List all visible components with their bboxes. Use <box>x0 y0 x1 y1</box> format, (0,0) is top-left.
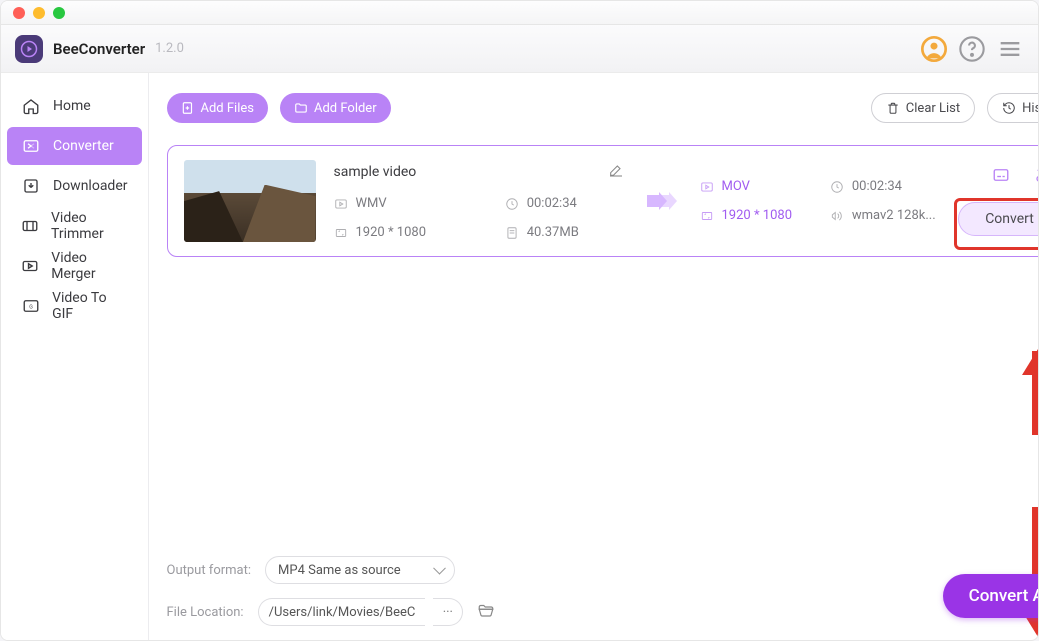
dst-format-link[interactable]: MOV <box>700 179 796 194</box>
annotation-arrow-up <box>1023 351 1039 461</box>
merger-icon <box>21 256 39 276</box>
output-format-select[interactable]: MP4 Same as source <box>265 556 455 584</box>
file-card: sample video WMV 00:02:34 1920 * 1080 40… <box>167 145 1039 257</box>
converter-icon <box>21 136 41 156</box>
convert-label: Convert <box>985 211 1034 227</box>
open-folder-icon[interactable] <box>477 601 495 623</box>
sidebar-item-trimmer[interactable]: Video Trimmer <box>7 207 142 245</box>
account-icon[interactable] <box>920 35 948 63</box>
window-minimize-icon[interactable] <box>33 7 45 19</box>
clear-list-button[interactable]: Clear List <box>871 93 975 123</box>
sidebar-item-label: Video To GIF <box>52 290 127 322</box>
convert-all-label: Convert All <box>969 586 1039 606</box>
output-format-label: Output format: <box>167 563 252 578</box>
gif-icon: G <box>21 296 40 316</box>
dst-resolution-link[interactable]: 1920 * 1080 <box>700 208 796 223</box>
add-files-button[interactable]: Add Files <box>167 93 268 123</box>
main-panel: Add Files Add Folder Clear List History <box>149 73 1039 640</box>
trimmer-icon <box>21 216 39 236</box>
sidebar-item-downloader[interactable]: Downloader <box>7 167 142 205</box>
sidebar-item-label: Video Trimmer <box>51 210 128 242</box>
dst-duration: 00:02:34 <box>852 179 902 194</box>
file-location-label: File Location: <box>167 605 244 620</box>
history-label: History <box>1022 101 1039 116</box>
add-files-label: Add Files <box>201 101 254 116</box>
file-location-input[interactable]: /Users/link/Movies/BeeC <box>258 598 426 626</box>
history-button[interactable]: History <box>987 93 1039 123</box>
toolbar: Add Files Add Folder Clear List History <box>167 93 1039 123</box>
edit-title-icon[interactable] <box>608 162 624 182</box>
sidebar-item-merger[interactable]: Video Merger <box>7 247 142 285</box>
add-folder-button[interactable]: Add Folder <box>280 93 391 123</box>
convert-all-button[interactable]: Convert All <box>943 574 1039 618</box>
src-duration: 00:02:34 <box>527 196 577 211</box>
footer: Output format: MP4 Same as source File L… <box>167 556 1039 626</box>
file-title: sample video <box>334 164 417 180</box>
sidebar: Home Converter Downloader Video Trimmer … <box>1 73 149 640</box>
file-actions: Convert <box>958 166 1039 236</box>
video-thumbnail <box>184 160 316 242</box>
sidebar-item-gif[interactable]: G Video To GIF <box>7 287 142 325</box>
menu-icon[interactable] <box>996 35 1024 63</box>
app-name: BeeConverter <box>53 40 145 58</box>
dst-resolution: 1920 * 1080 <box>722 208 793 223</box>
more-label: ··· <box>443 605 453 620</box>
download-icon <box>21 176 41 196</box>
app-window: BeeConverter 1.2.0 Home Converter Dow <box>0 0 1039 641</box>
sidebar-item-label: Video Merger <box>51 250 127 282</box>
sidebar-item-label: Converter <box>53 138 114 154</box>
convert-button[interactable]: Convert <box>958 202 1039 236</box>
home-icon <box>21 96 41 116</box>
window-maximize-icon[interactable] <box>53 7 65 19</box>
sidebar-item-label: Home <box>53 98 91 114</box>
src-size: 40.37MB <box>527 225 579 240</box>
file-location-value: /Users/link/Movies/BeeC <box>269 605 416 620</box>
cut-icon[interactable] <box>1034 166 1039 188</box>
app-version: 1.2.0 <box>155 41 184 56</box>
clear-list-label: Clear List <box>906 101 960 116</box>
dst-format: MOV <box>722 179 750 194</box>
subtitle-icon[interactable] <box>992 166 1010 188</box>
titlebar <box>1 1 1038 25</box>
svg-text:G: G <box>29 304 33 310</box>
dst-audio: wmav2 128k... <box>852 208 936 223</box>
destination-info: MOV 00:02:34 1920 * 1080 wmav2 128k... <box>700 179 940 223</box>
add-folder-label: Add Folder <box>314 101 377 116</box>
app-header: BeeConverter 1.2.0 <box>1 25 1038 73</box>
window-close-icon[interactable] <box>13 7 25 19</box>
app-logo-icon <box>15 35 43 63</box>
output-format-value: MP4 Same as source <box>278 563 401 578</box>
sidebar-item-label: Downloader <box>53 178 128 194</box>
help-icon[interactable] <box>958 35 986 63</box>
arrow-icon <box>642 192 682 210</box>
file-location-more-button[interactable]: ··· <box>433 598 463 626</box>
sidebar-item-converter[interactable]: Converter <box>7 127 142 165</box>
src-format: WMV <box>356 196 387 211</box>
sidebar-item-home[interactable]: Home <box>7 87 142 125</box>
src-resolution: 1920 * 1080 <box>356 225 427 240</box>
source-info: sample video WMV 00:02:34 1920 * 1080 40… <box>334 162 624 240</box>
